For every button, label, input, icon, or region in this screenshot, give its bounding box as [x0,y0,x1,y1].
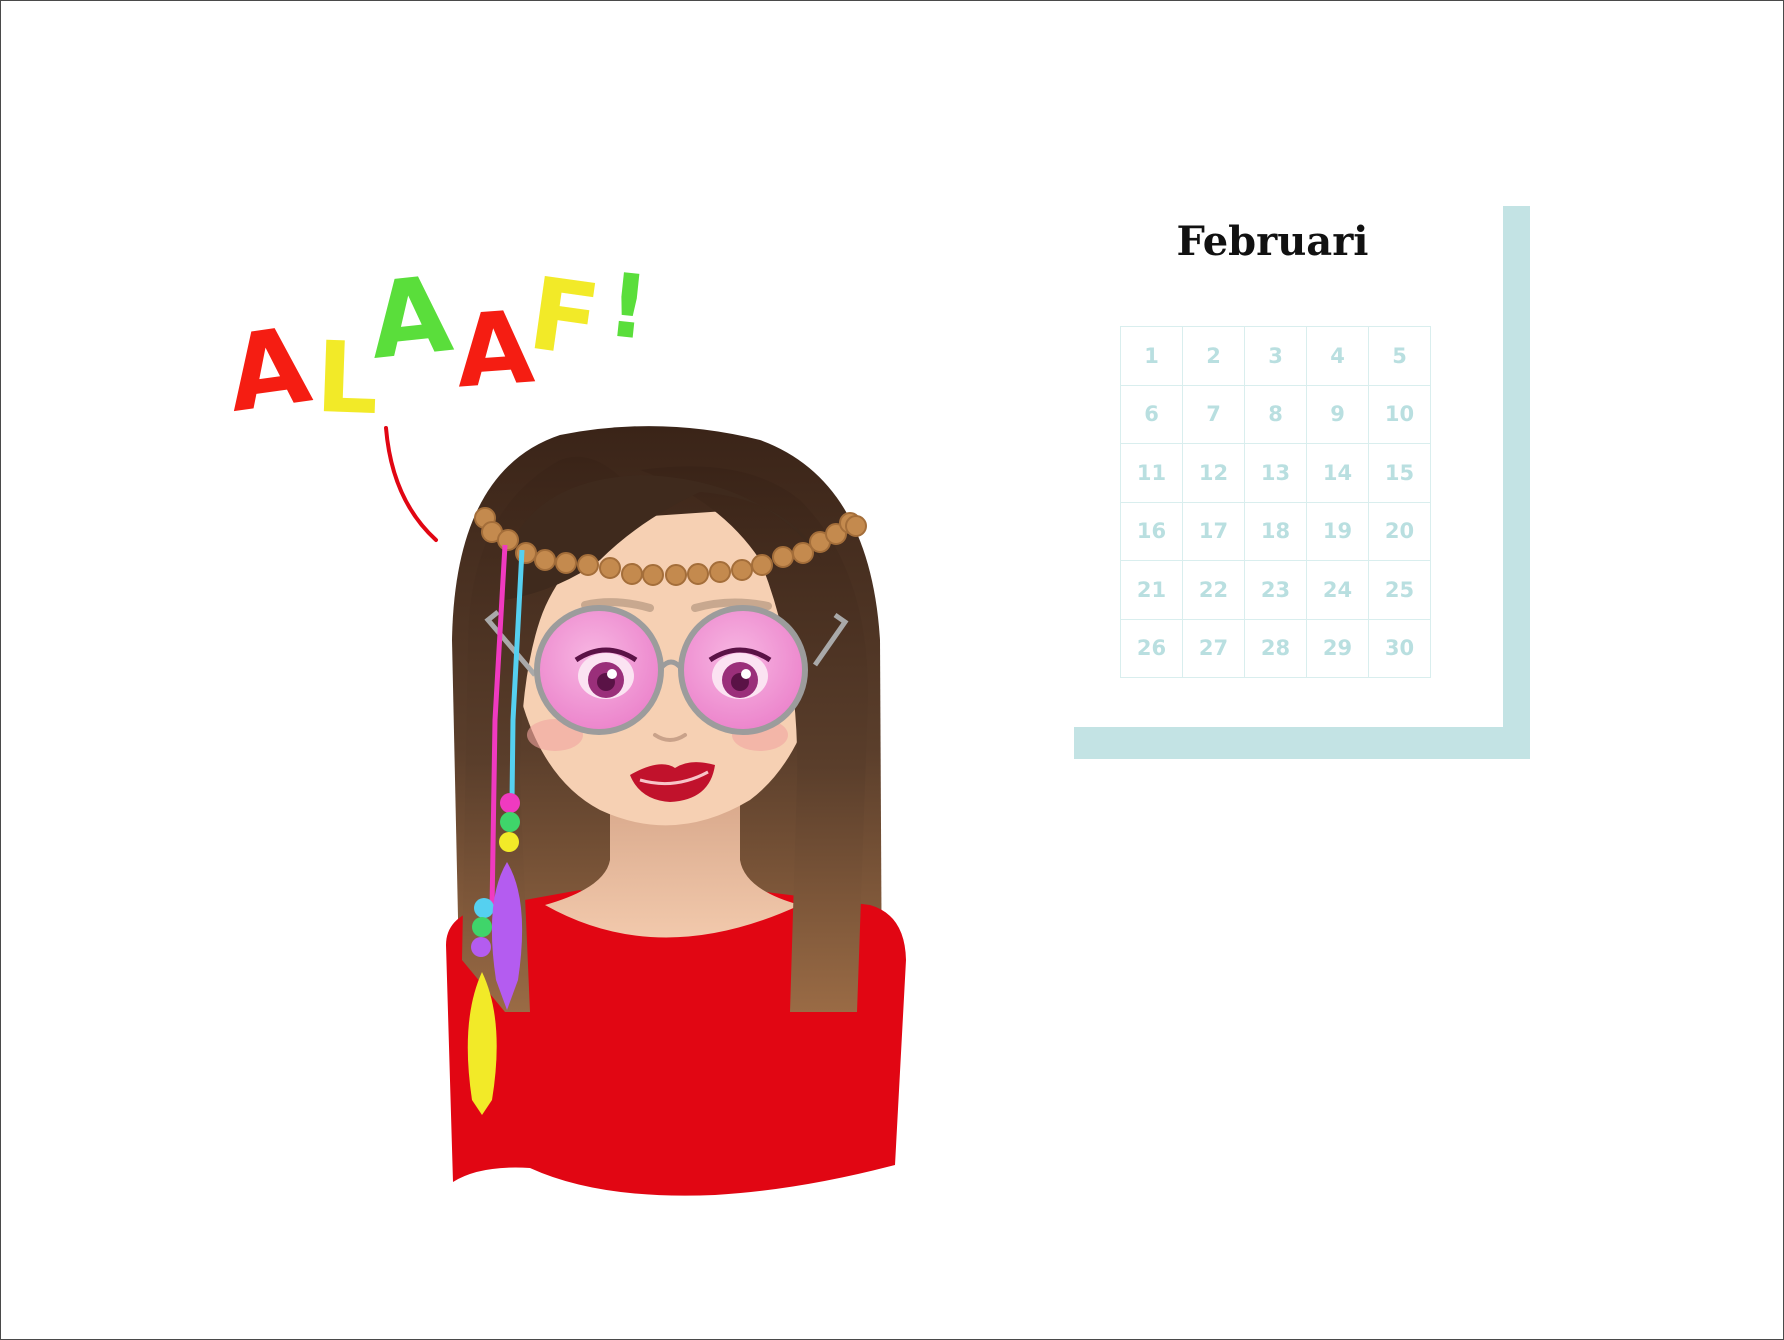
alaaf-letter: L [314,320,381,438]
calendar-day-cell: 24 [1307,561,1369,620]
calendar-day-cell: 5 [1369,327,1431,386]
calendar-day-cell: 9 [1307,385,1369,444]
calendar-day-cell: 27 [1183,619,1245,678]
bead-green [500,812,520,832]
calendar-day-cell: 12 [1183,444,1245,503]
calendar-month-title: Februari [1176,218,1369,265]
calendar-day-cell: 28 [1245,619,1307,678]
calendar-day-cell: 14 [1307,444,1369,503]
calendar-day-cell: 22 [1183,561,1245,620]
calendar-day-cell: 21 [1121,561,1183,620]
alaaf-letter: ! [602,253,654,360]
calendar-accent-bar-horizontal [1074,727,1530,759]
calendar-day-cell: 29 [1307,619,1369,678]
calendar-day-cell: 20 [1369,502,1431,561]
alaaf-exclamation: A L A A F! [220,248,668,438]
calendar-day-cell: 16 [1121,502,1183,561]
calendar-day-cell: 1 [1121,327,1183,386]
alaaf-letter: F [522,254,607,381]
bead-yellow [499,832,519,852]
calendar-day-cell: 7 [1183,385,1245,444]
calendar-day-cell: 15 [1369,444,1431,503]
calendar-day-cell: 18 [1245,502,1307,561]
speech-line [384,426,438,542]
calendar-day-cell: 4 [1307,327,1369,386]
bead-purple [471,937,491,957]
calendar-accent-bar-vertical [1503,206,1530,759]
bead-green-2 [472,917,492,937]
calendar-day-cell: 23 [1245,561,1307,620]
calendar-day-cell: 19 [1307,502,1369,561]
calendar-day-cell: 25 [1369,561,1431,620]
calendar-day-cell: 6 [1121,385,1183,444]
calendar-day-cell: 3 [1245,327,1307,386]
calendar-day-cell: 10 [1369,385,1431,444]
alaaf-letter: A [363,253,458,383]
calendar-day-cell: 17 [1183,502,1245,561]
alaaf-letter: A [219,303,318,437]
bead-pink [500,793,520,813]
calendar-day-cell: 8 [1245,385,1307,444]
calendar-day-cell: 2 [1183,327,1245,386]
calendar-day-cell: 30 [1369,619,1431,678]
calendar-day-grid: 1 2 3 4 5 6 7 8 9 10 11 12 13 14 15 16 17 18 19 20 21 22 23 24 2… [1120,326,1431,678]
calendar-day-cell: 13 [1245,444,1307,503]
calendar-day-cell: 26 [1121,619,1183,678]
bead-cyan [474,898,494,918]
calendar-day-cell: 11 [1121,444,1183,503]
